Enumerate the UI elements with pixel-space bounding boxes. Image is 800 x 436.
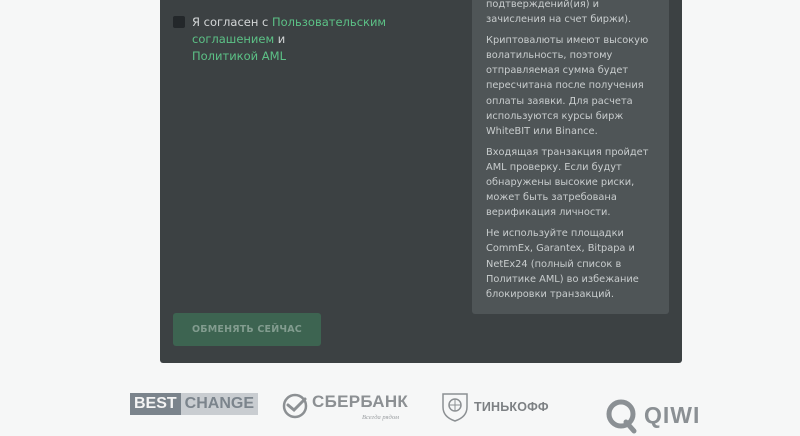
agreement-prefix: Я согласен с — [192, 15, 272, 29]
qiwi-name: QIWI — [644, 402, 701, 428]
aml-policy-link[interactable]: Политикой AML — [192, 49, 286, 63]
sberbank-emblem-icon — [282, 393, 308, 419]
bestchange-best-text: BEST — [130, 393, 181, 415]
tinkoff-crest-icon — [442, 393, 468, 422]
agreement-row: Я согласен с Пользовательским соглашение… — [173, 14, 463, 65]
agreement-text: Я согласен с Пользовательским соглашение… — [173, 14, 463, 65]
agreement-conjunction: и — [274, 32, 286, 46]
info-paragraph: Не используйте площадки CommEx, Garantex… — [486, 228, 639, 300]
tinkoff-name: ТИНЬКОФФ — [474, 400, 549, 414]
exchange-form-panel: Я согласен с Пользовательским соглашение… — [160, 0, 682, 363]
agreement-checkbox[interactable] — [173, 16, 185, 28]
info-paragraph: Входящая транзакция пройдет AML проверку… — [486, 146, 649, 219]
exchange-now-button[interactable]: ОБМЕНЯТЬ СЕЙЧАС — [173, 313, 321, 346]
partner-logos: BEST CHANGE СБЕРБАНК Всегда рядом ТИНЬКОФ… — [0, 380, 800, 436]
sberbank-name: СБЕРБАНК — [312, 392, 409, 411]
sberbank-logo[interactable]: СБЕРБАНК Всегда рядом — [282, 392, 409, 425]
info-box: подтверждений(ия) и зачисления на счет б… — [472, 0, 669, 314]
info-paragraph: Криптовалюты имеют высокую волатильность… — [486, 35, 649, 137]
bestchange-logo[interactable]: BEST CHANGE — [130, 393, 259, 415]
info-paragraph: подтверждений(ия) и зачисления на счет б… — [486, 0, 632, 26]
qiwi-q-icon — [606, 399, 637, 434]
bestchange-change-text: CHANGE — [180, 393, 259, 415]
sberbank-slogan: Всегда рядом — [362, 414, 399, 421]
